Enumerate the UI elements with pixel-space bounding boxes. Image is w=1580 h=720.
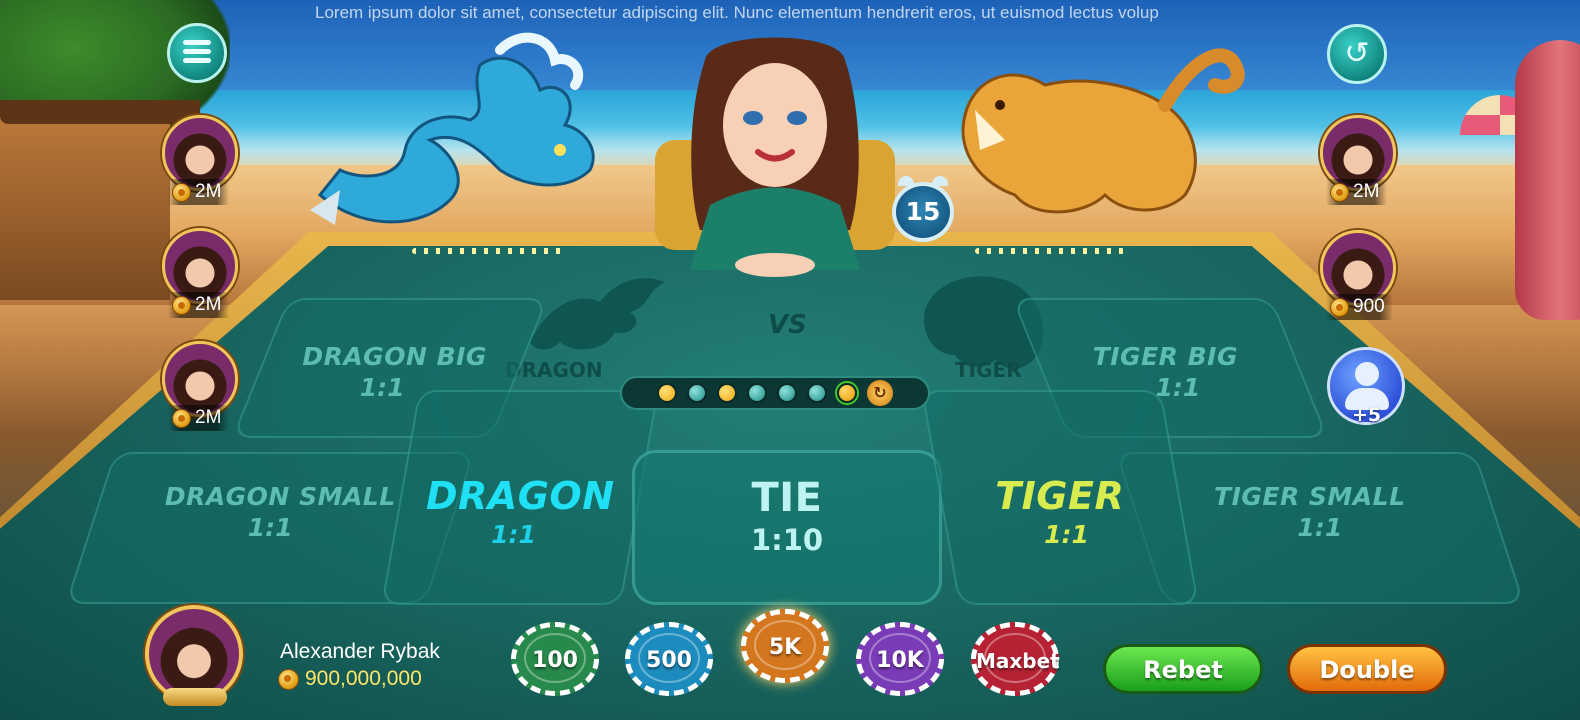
surfboard — [1515, 40, 1580, 320]
alarm-clock-icon — [898, 176, 914, 186]
table-lights-right — [975, 248, 1125, 254]
rebet-button[interactable]: Rebet — [1103, 644, 1263, 694]
coin-icon — [1330, 297, 1349, 317]
road-bead — [717, 383, 737, 403]
zone-name: TIGER BIG — [1092, 342, 1238, 371]
more-players-count: +5 — [1352, 404, 1382, 426]
my-balance: 900,000,000 — [278, 667, 422, 691]
coin-icon — [172, 408, 191, 428]
zone-name: TIGER SMALL — [1214, 482, 1406, 511]
double-button[interactable]: Double — [1287, 644, 1447, 694]
chip-100[interactable]: 100 — [511, 622, 599, 696]
vs-label: VS — [768, 310, 807, 340]
dragon-character — [310, 32, 595, 225]
user-icon — [1355, 362, 1379, 386]
chip-maxbet[interactable]: Maxbet — [971, 622, 1060, 696]
alarm-clock-icon — [932, 176, 948, 186]
player-amount: 2M — [1326, 179, 1388, 205]
coin-icon — [1330, 182, 1349, 202]
bet-zone-tiger[interactable]: TIGER 1:1 — [921, 390, 1199, 605]
seat-player[interactable]: 2M — [1318, 115, 1400, 205]
player-amount: 2M — [168, 405, 230, 431]
zone-odds: 1:1 — [1297, 513, 1343, 542]
road-refresh-icon[interactable]: ↻ — [867, 380, 893, 406]
zone-name: TIE — [751, 475, 823, 521]
timer-seconds: 15 — [905, 197, 941, 226]
dragon-emblem-icon — [520, 262, 670, 370]
bet-zone-dragon[interactable]: DRAGON 1:1 — [381, 390, 659, 605]
beach-hut — [0, 105, 170, 300]
seat-player[interactable]: 2M — [160, 228, 242, 318]
player-amount: 2M — [168, 292, 230, 318]
road-bead — [837, 383, 857, 403]
history-icon: ↺ — [1344, 36, 1370, 71]
road-bead — [687, 383, 707, 403]
player-amount: 900 — [1326, 294, 1393, 320]
bet-zone-tie[interactable]: TIE 1:10 — [632, 450, 942, 605]
results-road[interactable]: ↻ — [620, 376, 930, 410]
news-ticker: Lorem ipsum dolor sit amet, consectetur … — [315, 3, 1159, 22]
player-amount: 2M — [168, 179, 230, 205]
history-button[interactable]: ↺ — [1327, 24, 1387, 84]
hamburger-icon — [183, 40, 211, 45]
my-name: Alexander Rybak — [280, 640, 440, 663]
avatar-frame-ornament — [163, 688, 227, 706]
coin-icon — [172, 182, 191, 202]
coin-icon — [172, 295, 191, 315]
zone-odds: 1:1 — [491, 520, 536, 549]
zone-name: TIGER — [995, 474, 1125, 518]
seat-player[interactable]: 2M — [160, 341, 242, 431]
table-lights-left — [412, 248, 562, 254]
chip-500[interactable]: 500 — [625, 622, 713, 696]
zone-name: DRAGON BIG — [302, 342, 487, 371]
zone-odds: 1:1 — [1044, 520, 1089, 549]
chip-10k[interactable]: 10K — [856, 622, 944, 696]
more-players-button[interactable]: +5 — [1327, 347, 1405, 426]
tiger-character — [961, 48, 1245, 214]
zone-odds: 1:10 — [750, 523, 824, 557]
road-bead — [747, 383, 767, 403]
road-bead — [777, 383, 797, 403]
dealer-character — [655, 37, 895, 277]
seat-player[interactable]: 900 — [1318, 230, 1400, 320]
coin-icon — [278, 668, 299, 690]
countdown-timer: 15 — [892, 176, 954, 242]
seat-player[interactable]: 2M — [160, 115, 242, 205]
road-bead — [807, 383, 827, 403]
road-bead — [657, 383, 677, 403]
zone-name: DRAGON — [425, 474, 615, 518]
tiger-emblem-label: TIGER — [955, 358, 1022, 382]
chip-5k[interactable]: 5K — [741, 609, 829, 683]
menu-button[interactable] — [167, 23, 227, 83]
